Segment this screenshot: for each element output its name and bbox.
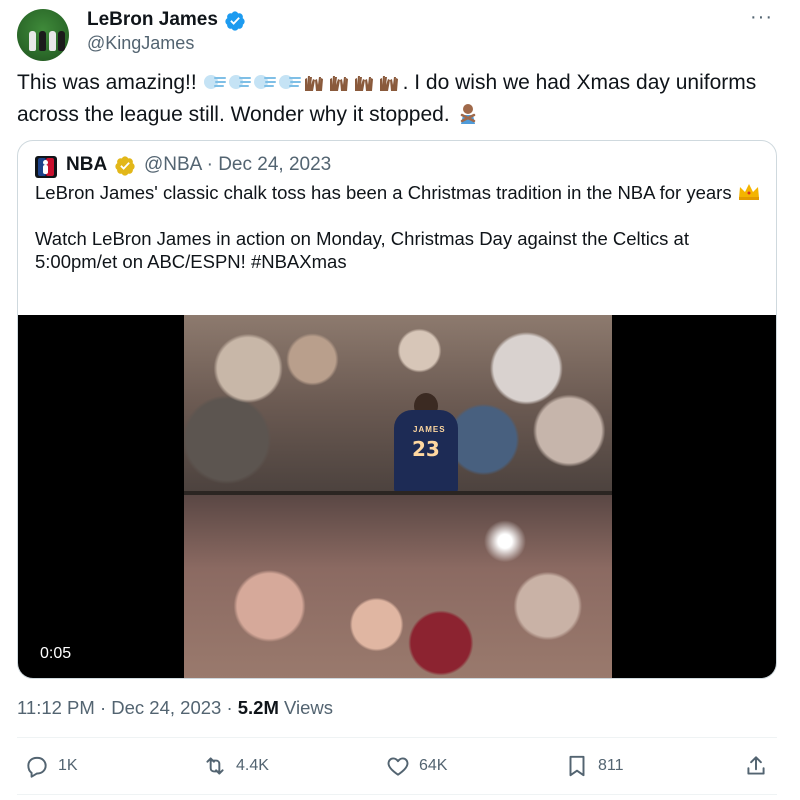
bookmark-icon xyxy=(569,755,585,777)
wind-face-emoji xyxy=(278,75,301,89)
jersey-number: 23 xyxy=(412,437,440,461)
tweet-text-start: This was amazing!! xyxy=(17,71,203,94)
avatar-figure xyxy=(58,31,65,51)
man-gesturing-no-emoji xyxy=(460,104,475,124)
like-count: 64K xyxy=(419,757,448,774)
video-panel-bottom xyxy=(184,495,612,678)
heart-icon xyxy=(387,757,409,776)
tweet-text: This was amazing!! . I do wish we had Xm… xyxy=(17,69,787,129)
quoted-paragraph-1: LeBron James' classic chalk toss has bee… xyxy=(35,182,737,203)
tweet-meta: 11:12 PM · Dec 24, 2023 · 5.2M Views xyxy=(17,697,333,719)
views-label: Views xyxy=(278,697,334,718)
verified-badge-icon[interactable] xyxy=(224,10,246,32)
bookmark-button[interactable]: 811 xyxy=(564,752,624,780)
nba-logo-icon[interactable] xyxy=(35,156,57,178)
divider xyxy=(17,794,777,795)
avatar-figure xyxy=(39,31,46,51)
raised-hands-emoji xyxy=(304,76,323,91)
quoted-paragraph: LeBron James' classic chalk toss has bee… xyxy=(35,181,765,204)
share-icon xyxy=(747,756,765,775)
reply-button[interactable]: 1K xyxy=(24,752,78,780)
video-timestamp: 0:05 xyxy=(40,645,72,662)
retweet-button[interactable]: 4.4K xyxy=(202,752,269,780)
like-button[interactable]: 64K xyxy=(385,752,447,780)
wind-face-emoji xyxy=(253,75,276,89)
quoted-tweet-text: LeBron James' classic chalk toss has bee… xyxy=(35,181,765,296)
share-button[interactable] xyxy=(743,752,769,780)
quoted-tweet-card[interactable]: NBA @NBA · Dec 24, 2023 LeBron James' cl… xyxy=(17,140,777,679)
quoted-author-name[interactable]: NBA xyxy=(66,154,107,176)
video-player[interactable]: JAMES 23 0:05 xyxy=(18,315,776,678)
retweet-count: 4.4K xyxy=(236,757,269,774)
author-handle[interactable]: @KingJames xyxy=(87,33,194,54)
author-avatar[interactable] xyxy=(17,9,69,61)
views-count: 5.2M xyxy=(237,697,279,718)
jersey-text: JAMES xyxy=(413,425,446,434)
wind-face-emoji xyxy=(228,75,251,89)
video-frame: JAMES 23 xyxy=(184,315,612,678)
emoji-group xyxy=(203,71,403,101)
avatar-figure xyxy=(49,31,56,51)
tweet: LeBron James @KingJames ··· This was ama… xyxy=(0,0,800,800)
tweet-time-date[interactable]: 11:12 PM · Dec 24, 2023 · xyxy=(17,697,238,718)
reply-icon xyxy=(27,756,47,778)
author-name[interactable]: LeBron James xyxy=(87,9,218,31)
bookmark-count: 811 xyxy=(598,757,624,774)
raised-hands-emoji xyxy=(354,76,373,91)
avatar-figure xyxy=(29,31,36,51)
raised-hands-emoji xyxy=(379,76,398,91)
verified-gold-badge-icon xyxy=(115,156,135,176)
crown-emoji xyxy=(738,184,759,200)
quoted-handle-date[interactable]: @NBA · Dec 24, 2023 xyxy=(144,154,331,176)
wind-face-emoji xyxy=(203,75,226,89)
more-options-icon[interactable]: ··· xyxy=(750,7,776,30)
divider xyxy=(17,737,777,738)
quoted-paragraph-2: Watch LeBron James in action on Monday, … xyxy=(35,228,689,272)
reply-count: 1K xyxy=(58,757,78,774)
retweet-icon xyxy=(206,757,224,775)
raised-hands-emoji xyxy=(329,76,348,91)
